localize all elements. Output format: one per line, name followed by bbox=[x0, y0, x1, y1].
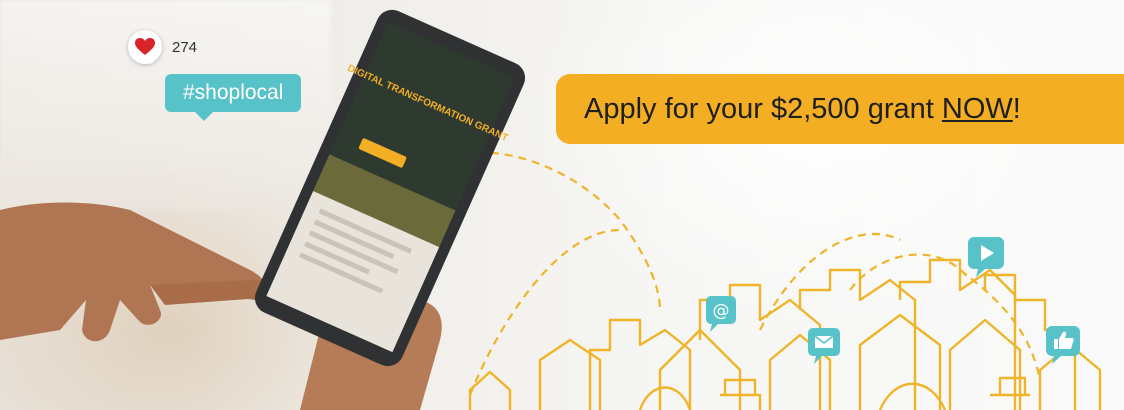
heart-bubble bbox=[128, 30, 162, 64]
at-icon: @ bbox=[706, 296, 736, 332]
like-count: 274 bbox=[172, 38, 198, 56]
cta-text-end: ! bbox=[1012, 92, 1021, 125]
hero-banner: DIGITAL TRANSFORMATION GRANT @ 274 #shop… bbox=[0, 0, 1124, 410]
hands-illustration bbox=[0, 202, 270, 342]
svg-text:@: @ bbox=[713, 301, 730, 321]
mail-icon bbox=[808, 328, 840, 364]
heart-icon bbox=[135, 38, 155, 55]
grant-cta-banner[interactable]: Apply for your $2,500 grant NOW! bbox=[556, 74, 1124, 144]
cta-now-link[interactable]: NOW bbox=[942, 93, 1013, 125]
city-skyline-illustration bbox=[468, 258, 1102, 410]
cta-text-lead: Apply for your $2,500 grant bbox=[584, 92, 942, 125]
cta-text: Apply for your $2,500 grant NOW! bbox=[584, 93, 1021, 126]
play-icon bbox=[968, 237, 1004, 277]
tablet-device: DIGITAL TRANSFORMATION GRANT bbox=[254, 9, 526, 367]
like-counter: 274 bbox=[128, 30, 197, 64]
hashtag-badge: #shoplocal bbox=[165, 74, 302, 121]
